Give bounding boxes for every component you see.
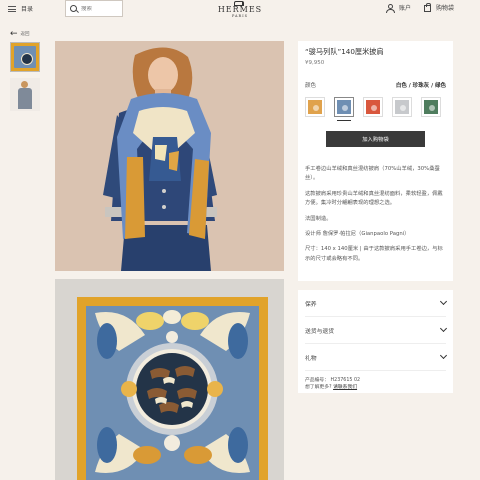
accordion-label: 送货与退货 — [305, 328, 334, 335]
add-to-bag-button[interactable]: 加入购物袋 — [326, 131, 425, 147]
product-image-scarf — [55, 279, 284, 480]
swatch-thumbnail — [424, 100, 438, 114]
search-input[interactable] — [81, 5, 121, 12]
reference-value: H237615 02 — [330, 378, 361, 383]
reference-label: 产品编号： — [305, 378, 329, 383]
chevron-down-icon — [439, 297, 448, 306]
menu-label: 目录 — [21, 6, 34, 13]
color-row: 颜色 白色 / 珍珠灰 / 绿色 — [305, 81, 446, 89]
product-image-model — [55, 41, 284, 271]
color-label: 颜色 — [305, 83, 317, 89]
swatch-thumbnail — [308, 100, 322, 114]
logo-city: PARIS — [232, 14, 248, 18]
product-title: “骏马列队”140厘米披肩 — [305, 47, 384, 56]
swatch-grey[interactable] — [392, 97, 412, 117]
cart-label: 购物袋 — [436, 5, 455, 12]
color-value: 白色 / 珍珠灰 / 绿色 — [395, 83, 446, 89]
back-label: 返回 — [20, 32, 30, 37]
site-header: 目录 HERMES PARIS 账户 购物袋 — [0, 0, 480, 20]
swatch-thumbnail — [366, 100, 380, 114]
chevron-down-icon — [439, 324, 448, 333]
thumbnail-scarf[interactable] — [10, 42, 40, 72]
swatch-orange[interactable] — [305, 97, 325, 117]
swatch-blue-gold[interactable] — [334, 97, 354, 121]
product-description: 手工卷边山羊绒和真丝混纺披肩（70%山羊绒，30%桑蚕丝）。 这款披肩采用珍贵山… — [305, 165, 446, 264]
search-icon — [70, 5, 77, 12]
account-label: 账户 — [399, 5, 412, 12]
description-origin: 法国制造。 — [305, 215, 332, 222]
contact-us-link[interactable]: 请联系我们 — [333, 385, 357, 390]
accordion-gift[interactable]: 礼物 — [305, 344, 448, 371]
user-icon — [386, 3, 395, 13]
thumbnail-model[interactable] — [10, 78, 40, 111]
menu-button[interactable]: 目录 — [8, 4, 33, 13]
description-designer: 设计师 詹保罗·帕拉尼（Gianpaolo Pagni） — [305, 231, 410, 238]
description-composition: 手工卷边山羊绒和真丝混纺披肩（70%山羊绒，30%桑蚕丝）。 — [305, 166, 440, 182]
arrow-left-icon: ← — [10, 29, 18, 39]
cart-link[interactable]: 购物袋 — [424, 3, 454, 12]
shopping-bag-icon — [424, 3, 431, 12]
product-accordion: 保养 送货与退货 礼物 产品编号： H237615 02 想了解更多? 请联系我… — [298, 290, 453, 393]
accordion-label: 礼物 — [305, 355, 317, 362]
description-body: 这款披肩采用珍贵山羊绒和真丝混纺面料，柔软轻盈，佩戴方便。集冷时分翩翩表现的理想… — [305, 190, 443, 207]
swatch-red[interactable] — [363, 97, 383, 117]
carriage-icon — [232, 0, 248, 6]
product-price: ¥9,950 — [305, 60, 325, 66]
color-swatches — [305, 97, 446, 121]
accordion-delivery[interactable]: 送货与退货 — [305, 317, 448, 344]
description-size: 尺寸：140 x 140厘米 | 由于这款披肩采用手工卷边，与标示的尺寸或会略有… — [305, 246, 443, 262]
product-info-panel: “骏马列队”140厘米披肩 ¥9,950 颜色 白色 / 珍珠灰 / 绿色 加入… — [298, 41, 453, 281]
swatch-thumbnail — [395, 100, 409, 114]
help-text: 想了解更多? — [305, 385, 332, 390]
account-link[interactable]: 账户 — [386, 3, 412, 13]
brand-logo[interactable]: HERMES PARIS — [212, 0, 268, 20]
chevron-down-icon — [439, 351, 448, 360]
accordion-care[interactable]: 保养 — [305, 290, 448, 317]
swatch-green[interactable] — [421, 97, 441, 117]
hamburger-icon — [8, 5, 16, 12]
search-box[interactable] — [65, 0, 123, 17]
logo-name: HERMES — [217, 5, 263, 14]
swatch-thumbnail — [337, 100, 351, 114]
back-link[interactable]: ← 返回 — [10, 29, 30, 39]
product-reference: 产品编号： H237615 02 想了解更多? 请联系我们 — [305, 377, 446, 391]
accordion-label: 保养 — [305, 301, 317, 308]
